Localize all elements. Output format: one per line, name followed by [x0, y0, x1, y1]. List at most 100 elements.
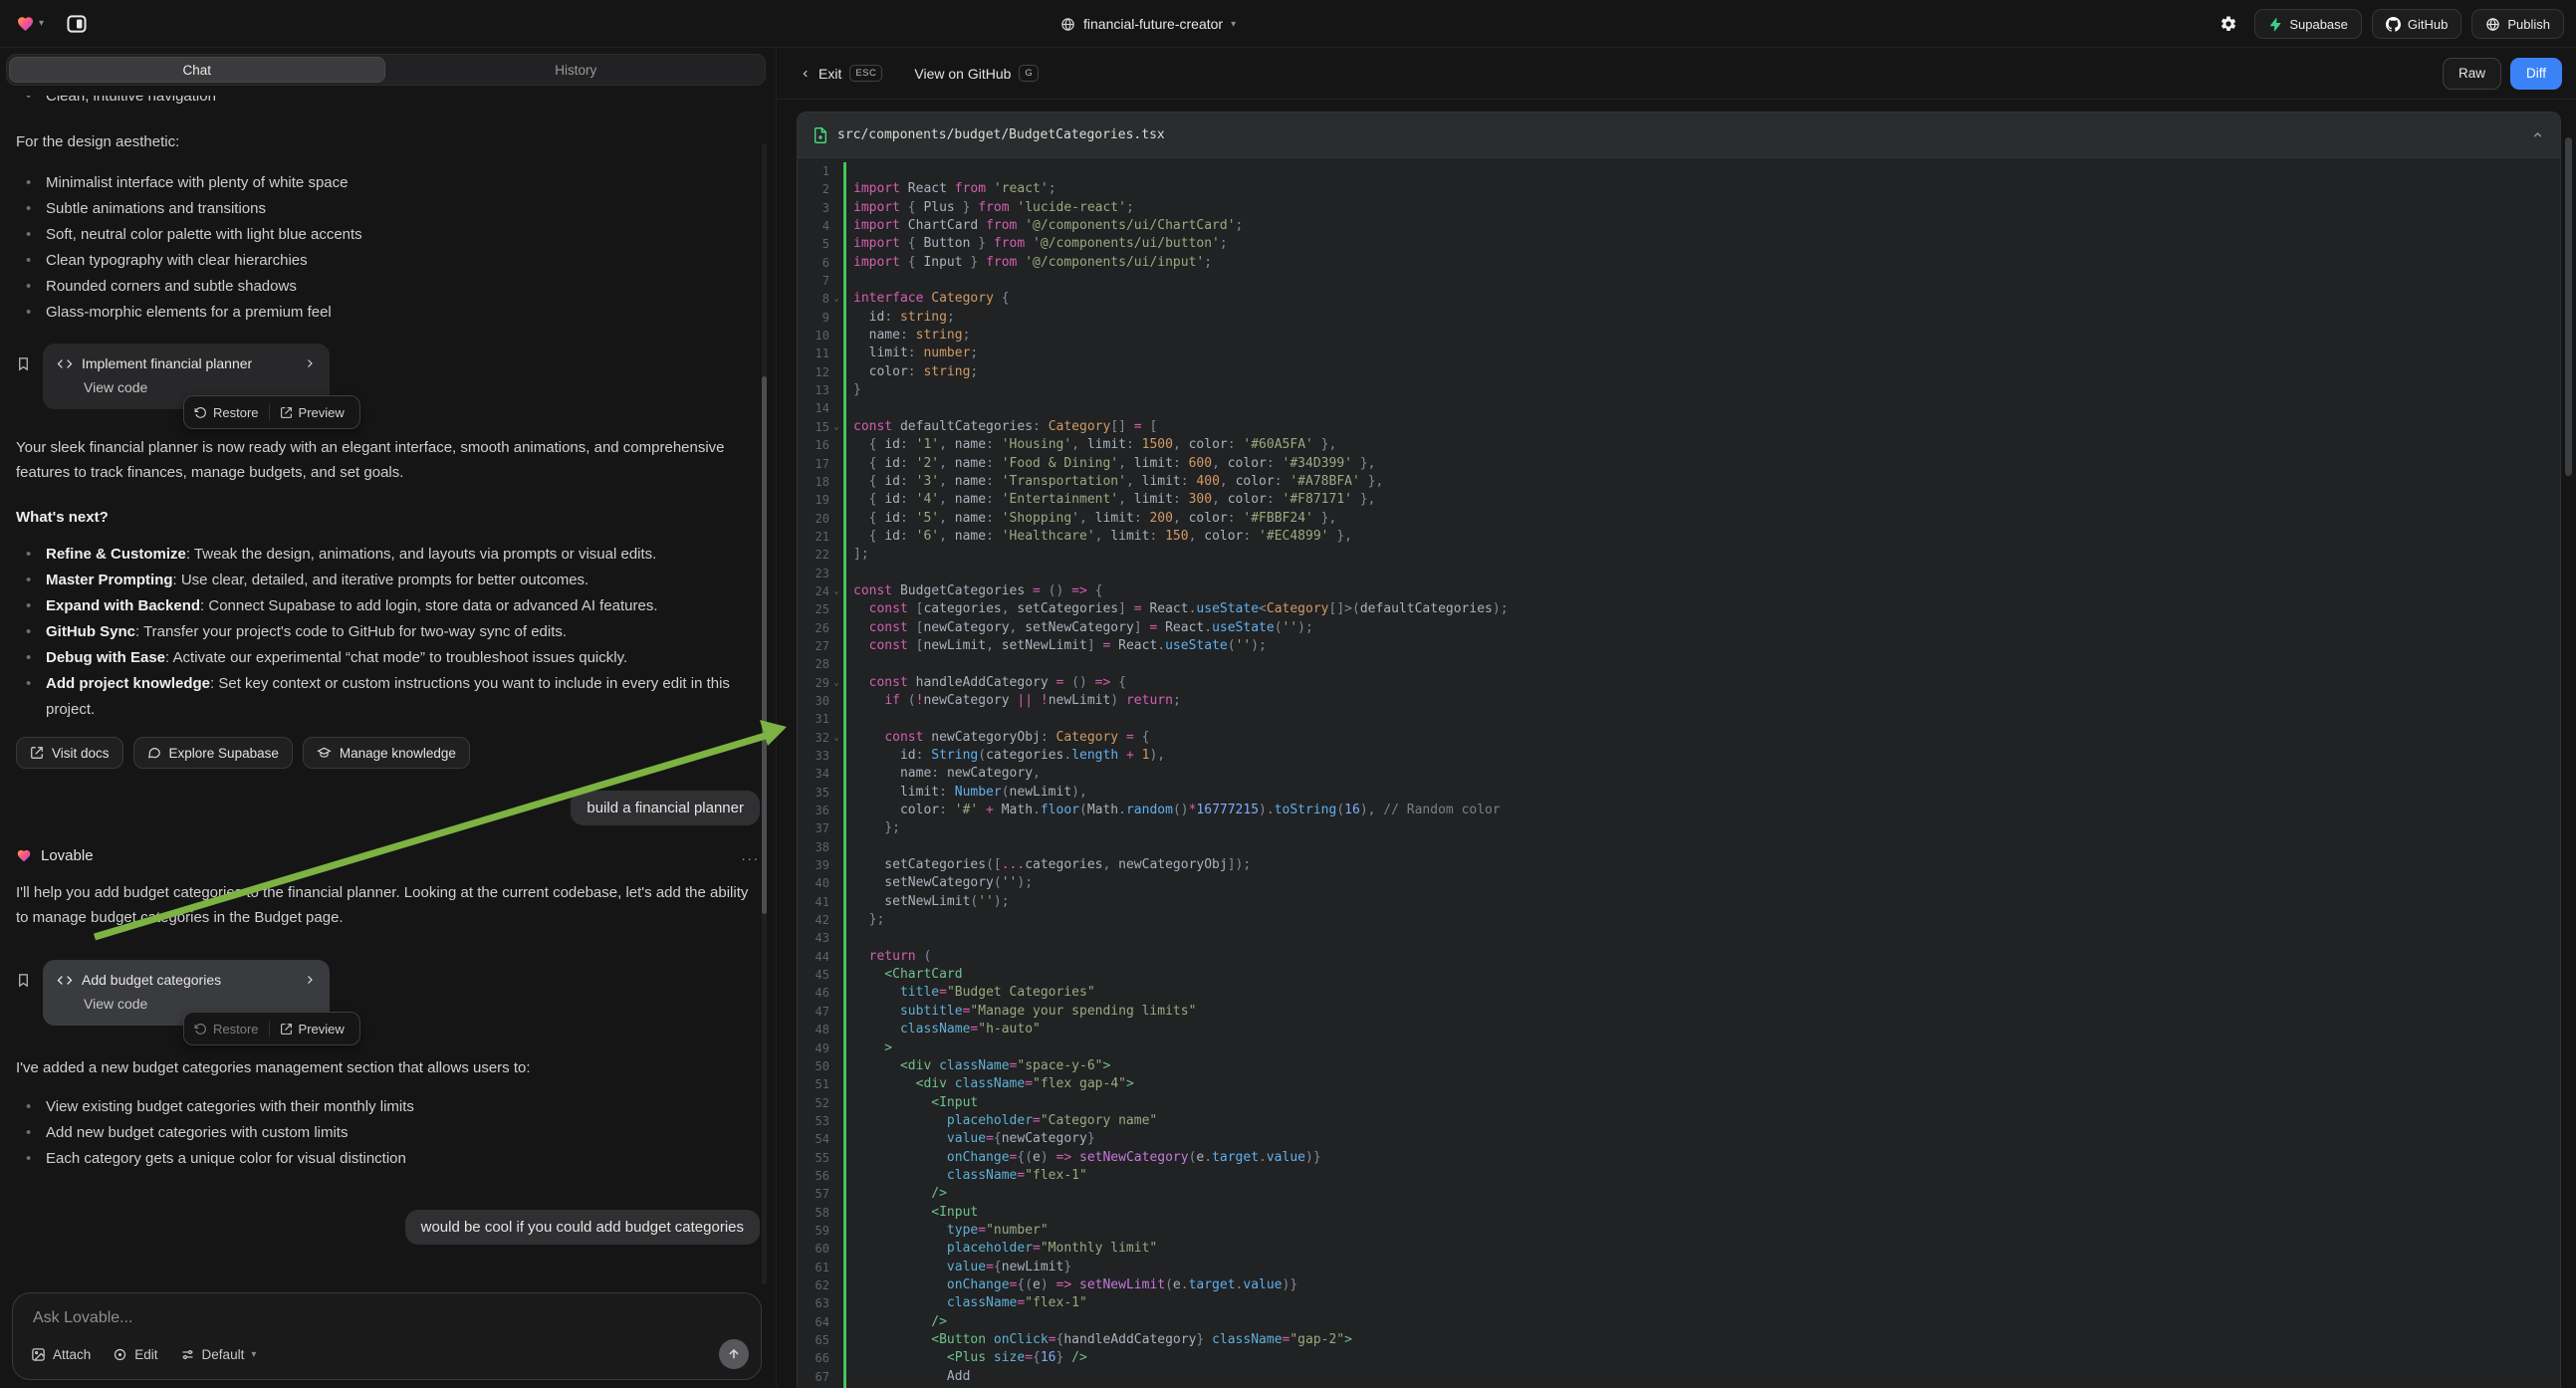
diff-toggle-button[interactable]: Diff [2510, 58, 2562, 90]
tab-history[interactable]: History [389, 57, 764, 83]
code-line: 40 setNewCategory(''); [798, 874, 2560, 892]
code-line: 2import React from 'react'; [798, 180, 2560, 198]
publish-button[interactable]: Publish [2471, 9, 2564, 39]
code-line: 12 color: string; [798, 363, 2560, 381]
user-message-row: would be cool if you could add budget ca… [16, 1210, 760, 1245]
preview-button[interactable]: Preview [280, 405, 345, 420]
lovable-heart-icon [16, 848, 32, 863]
restore-button[interactable]: Restore [194, 405, 259, 420]
file-path: src/components/budget/BudgetCategories.t… [837, 127, 2521, 142]
manage-knowledge-button[interactable]: Manage knowledge [303, 737, 470, 769]
composer-toolbar: Attach Edit Default ▾ [31, 1339, 749, 1369]
list-item: Subtle animations and transitions [16, 196, 760, 222]
code-line: 15⌄const defaultCategories: Category[] =… [798, 418, 2560, 436]
file-added-icon [814, 127, 827, 143]
code-line: 38 [798, 838, 2560, 856]
code-line: 67 Add [798, 1368, 2560, 1386]
chat-composer[interactable]: Ask Lovable... Attach Edit [12, 1292, 762, 1380]
chat-scrollbar-thumb[interactable] [762, 376, 767, 914]
code-line: 39 setCategories([...categories, newCate… [798, 856, 2560, 874]
supabase-button[interactable]: Supabase [2254, 9, 2362, 39]
code-line: 49 > [798, 1040, 2560, 1057]
code-line: 46 title="Budget Categories" [798, 984, 2560, 1002]
code-line: 56 className="flex-1" [798, 1167, 2560, 1185]
code-line: 18 { id: '3', name: 'Transportation', li… [798, 473, 2560, 491]
code-panel: Exit ESC View on GitHub G Raw Diff src/c… [777, 48, 2576, 1388]
code-line: 28 [798, 655, 2560, 673]
code-line: 60 placeholder="Monthly limit" [798, 1240, 2560, 1258]
model-selector[interactable]: Default ▾ [180, 1347, 257, 1362]
message-menu-button[interactable]: ... [741, 847, 760, 864]
lovable-heart-icon [16, 15, 35, 33]
bookmark-icon[interactable] [16, 355, 31, 372]
view-code-link[interactable]: View code [84, 379, 316, 395]
code-line: 26 const [newCategory, setNewCategory] =… [798, 619, 2560, 637]
bullet-rest: : Connect Supabase to add login, store d… [200, 597, 657, 614]
code-line: 34 name: newCategory, [798, 765, 2560, 783]
code-line: 45 <ChartCard [798, 966, 2560, 984]
preview-label: Preview [299, 1022, 345, 1037]
external-link-icon [30, 746, 44, 760]
code-line: 17 { id: '2', name: 'Food & Dining', lim… [798, 455, 2560, 473]
explore-supabase-button[interactable]: Explore Supabase [133, 737, 293, 769]
target-icon [113, 1347, 127, 1362]
settings-button[interactable] [2213, 9, 2244, 39]
code-line: 62 onChange={(e) => setNewLimit(e.target… [798, 1276, 2560, 1294]
restore-button[interactable]: Restore [194, 1022, 259, 1037]
bullet-lead: Refine & Customize [46, 546, 186, 563]
restore-preview-pill: Restore Preview [183, 1012, 360, 1045]
topbar: ▾ financial-future-creator ▾ [0, 0, 2576, 48]
file-header[interactable]: src/components/budget/BudgetCategories.t… [798, 113, 2560, 158]
preview-button[interactable]: Preview [280, 1022, 345, 1037]
code-line: 65 <Button onClick={handleAddCategory} c… [798, 1331, 2560, 1349]
lovable-logo-menu[interactable]: ▾ [16, 15, 44, 33]
restore-label: Restore [213, 1022, 259, 1037]
code-line: 35 limit: Number(newLimit), [798, 784, 2560, 802]
code-line: 23 [798, 565, 2560, 582]
list-item: Glass-morphic elements for a premium fee… [16, 300, 760, 326]
edit-button[interactable]: Edit [113, 1347, 157, 1362]
view-code-link[interactable]: View code [84, 996, 316, 1012]
topbar-left: ▾ [0, 9, 92, 39]
version-card-header: Implement financial planner [57, 355, 316, 371]
tab-chat[interactable]: Chat [9, 57, 385, 83]
chevron-down-icon: ▾ [251, 1349, 256, 1360]
attach-button[interactable]: Attach [31, 1347, 91, 1362]
code-line: 44 return ( [798, 948, 2560, 966]
raw-toggle-button[interactable]: Raw [2443, 58, 2501, 90]
code-line: 5import { Button } from '@/components/ui… [798, 235, 2560, 253]
bookmark-icon[interactable] [16, 972, 31, 989]
github-button[interactable]: GitHub [2372, 9, 2461, 39]
bullet-rest: : Activate our experimental “chat mode” … [165, 649, 627, 666]
code-scrollbar-thumb[interactable] [2565, 137, 2572, 476]
send-button[interactable] [719, 1339, 749, 1369]
view-on-github-button[interactable]: View on GitHub G [914, 65, 1039, 82]
code-line: 22]; [798, 546, 2560, 564]
code-line: 10 name: string; [798, 327, 2560, 345]
chat-input[interactable]: Ask Lovable... [33, 1309, 133, 1327]
image-icon [31, 1347, 46, 1362]
topbar-right: Supabase GitHub Publish [2213, 0, 2564, 48]
chevron-down-icon: ▾ [1231, 19, 1236, 30]
exit-button[interactable]: Exit ESC [801, 65, 882, 82]
chevron-down-icon: ▾ [39, 18, 44, 29]
model-label: Default [202, 1347, 245, 1362]
sidebar-toggle-button[interactable] [62, 9, 92, 39]
external-link-icon [280, 406, 293, 419]
code-line: 7 [798, 272, 2560, 290]
code-body: 12import React from 'react';3import { Pl… [798, 158, 2560, 1388]
code-line: 51 <div className="flex gap-4"> [798, 1075, 2560, 1093]
added-bullet-list: View existing budget categories with the… [16, 1094, 760, 1172]
code-line: 32⌄ const newCategoryObj: Category = { [798, 729, 2560, 747]
code-line: 11 limit: number; [798, 345, 2560, 362]
view-on-github-label: View on GitHub [914, 66, 1011, 82]
bullet-rest: : Transfer your project's code to GitHub… [135, 623, 567, 640]
visit-docs-button[interactable]: Visit docs [16, 737, 123, 769]
user-message: build a financial planner [571, 791, 760, 825]
bullet-lead: Master Prompting [46, 572, 173, 588]
code-icon [57, 357, 73, 370]
chevron-up-icon[interactable] [2531, 128, 2544, 141]
list-item: Add new budget categories with custom li… [16, 1120, 760, 1146]
design-bullet-list: Minimalist interface with plenty of whit… [16, 170, 760, 326]
project-switcher[interactable]: financial-future-creator ▾ [1060, 0, 1236, 48]
